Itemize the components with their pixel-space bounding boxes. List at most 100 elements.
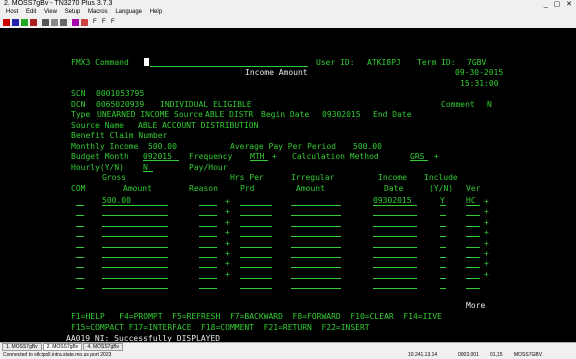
ver-field[interactable] — [466, 236, 480, 238]
ver-field[interactable] — [466, 205, 480, 206]
date-field[interactable] — [373, 225, 417, 227]
connect-icon[interactable] — [3, 19, 10, 26]
menu-host[interactable]: Host — [6, 9, 18, 15]
irregular-field[interactable] — [291, 205, 341, 206]
irregular-field[interactable] — [291, 267, 341, 269]
ver-field[interactable] — [466, 225, 480, 227]
hrs-field[interactable] — [240, 288, 272, 290]
include-field[interactable] — [440, 205, 446, 206]
ver-field[interactable] — [466, 246, 480, 248]
ver-field[interactable] — [466, 215, 480, 217]
amount-field[interactable] — [102, 257, 168, 258]
include-field[interactable] — [440, 288, 446, 290]
date-field[interactable] — [373, 246, 417, 248]
menu-view[interactable]: View — [44, 9, 57, 15]
session-tab-4[interactable]: 4. MOSS7gBv — [83, 343, 124, 351]
date-field[interactable] — [373, 215, 417, 217]
irregular-field[interactable] — [291, 236, 341, 238]
amount-field[interactable] — [102, 225, 168, 227]
reason-field[interactable] — [199, 205, 217, 206]
date-field[interactable] — [373, 267, 417, 269]
ver-field[interactable] — [466, 257, 480, 258]
com-field[interactable] — [76, 277, 84, 279]
menu-language[interactable]: Language — [115, 9, 142, 15]
disconnect-icon[interactable] — [12, 19, 19, 26]
reason-prompt[interactable]: + — [225, 259, 230, 268]
menu-macros[interactable]: Macros — [88, 9, 108, 15]
include-field[interactable] — [440, 267, 446, 269]
reason-field[interactable] — [199, 267, 217, 269]
receive-icon[interactable] — [21, 19, 28, 26]
amount-field[interactable] — [102, 246, 168, 248]
ver-prompt[interactable]: + — [484, 270, 489, 279]
row1-date[interactable]: 09302015 — [373, 196, 412, 205]
reason-prompt[interactable]: + — [225, 197, 230, 206]
session-tab-2[interactable]: 2. MOSS7gBv — [42, 343, 83, 351]
irregular-field[interactable] — [291, 246, 341, 248]
hrs-field[interactable] — [240, 257, 272, 258]
include-field[interactable] — [440, 225, 446, 227]
ver-field[interactable] — [466, 277, 480, 279]
print-icon[interactable] — [42, 19, 49, 26]
reason-prompt[interactable]: + — [225, 239, 230, 248]
ver-prompt[interactable]: + — [484, 249, 489, 258]
session-tab-1[interactable]: 1. MOSS7gBv — [2, 343, 42, 351]
hrs-field[interactable] — [240, 215, 272, 217]
com-field[interactable] — [76, 246, 84, 248]
grid-icon[interactable] — [81, 19, 88, 26]
include-field[interactable] — [440, 277, 446, 279]
reason-prompt[interactable]: + — [225, 207, 230, 216]
command-field[interactable] — [150, 66, 308, 67]
f-key-icon[interactable]: F — [111, 19, 118, 26]
hrs-field[interactable] — [240, 236, 272, 238]
reason-field[interactable] — [199, 236, 217, 238]
ver-field[interactable] — [466, 288, 480, 290]
f-key-icon[interactable]: F — [102, 19, 109, 26]
hrs-field[interactable] — [240, 267, 272, 269]
date-field[interactable] — [373, 236, 417, 238]
include-field[interactable] — [440, 246, 446, 248]
hrs-field[interactable] — [240, 246, 272, 248]
irregular-field[interactable] — [291, 257, 341, 258]
reason-prompt[interactable]: + — [225, 228, 230, 237]
reason-prompt[interactable]: + — [225, 218, 230, 227]
com-field[interactable] — [76, 236, 84, 238]
ver-prompt[interactable]: + — [484, 218, 489, 227]
irregular-field[interactable] — [291, 288, 341, 290]
amount-field[interactable] — [102, 288, 168, 290]
reason-field[interactable] — [199, 246, 217, 248]
function-keys-row1[interactable]: F1=HELP F4=PROMPT F5=REFRESH F7=BACKWARD… — [71, 312, 442, 321]
com-field[interactable] — [76, 267, 84, 269]
irregular-field[interactable] — [291, 225, 341, 227]
com-field[interactable] — [76, 288, 84, 290]
ver-prompt[interactable]: + — [484, 207, 489, 216]
window-controls[interactable]: _ ▢ ✕ — [544, 0, 574, 8]
reason-prompt[interactable]: + — [225, 270, 230, 279]
date-field[interactable] — [373, 205, 417, 206]
menu-help[interactable]: Help — [150, 9, 162, 15]
amount-field[interactable] — [102, 236, 168, 238]
hrs-field[interactable] — [240, 205, 272, 206]
reason-field[interactable] — [199, 225, 217, 227]
frequency-prompt[interactable]: + — [272, 152, 277, 161]
amount-field[interactable] — [102, 267, 168, 269]
amount-field[interactable] — [102, 277, 168, 279]
include-field[interactable] — [440, 236, 446, 238]
paste-icon[interactable] — [60, 19, 67, 26]
com-field[interactable] — [76, 257, 84, 258]
terminal-screen[interactable]: FMX3 Command User ID: ATKI8PJ Term ID: 7… — [0, 28, 576, 343]
row1-ver[interactable]: HC — [466, 196, 476, 205]
reason-field[interactable] — [199, 215, 217, 217]
com-field[interactable] — [76, 215, 84, 217]
send-icon[interactable] — [30, 19, 37, 26]
include-field[interactable] — [440, 257, 446, 258]
com-field[interactable] — [76, 205, 84, 206]
ver-prompt[interactable]: + — [484, 197, 489, 206]
reason-field[interactable] — [199, 277, 217, 279]
irregular-field[interactable] — [291, 277, 341, 279]
f-key-icon[interactable]: F — [93, 19, 100, 26]
irregular-field[interactable] — [291, 215, 341, 217]
date-field[interactable] — [373, 277, 417, 279]
hrs-field[interactable] — [240, 225, 272, 227]
reason-field[interactable] — [199, 257, 217, 258]
